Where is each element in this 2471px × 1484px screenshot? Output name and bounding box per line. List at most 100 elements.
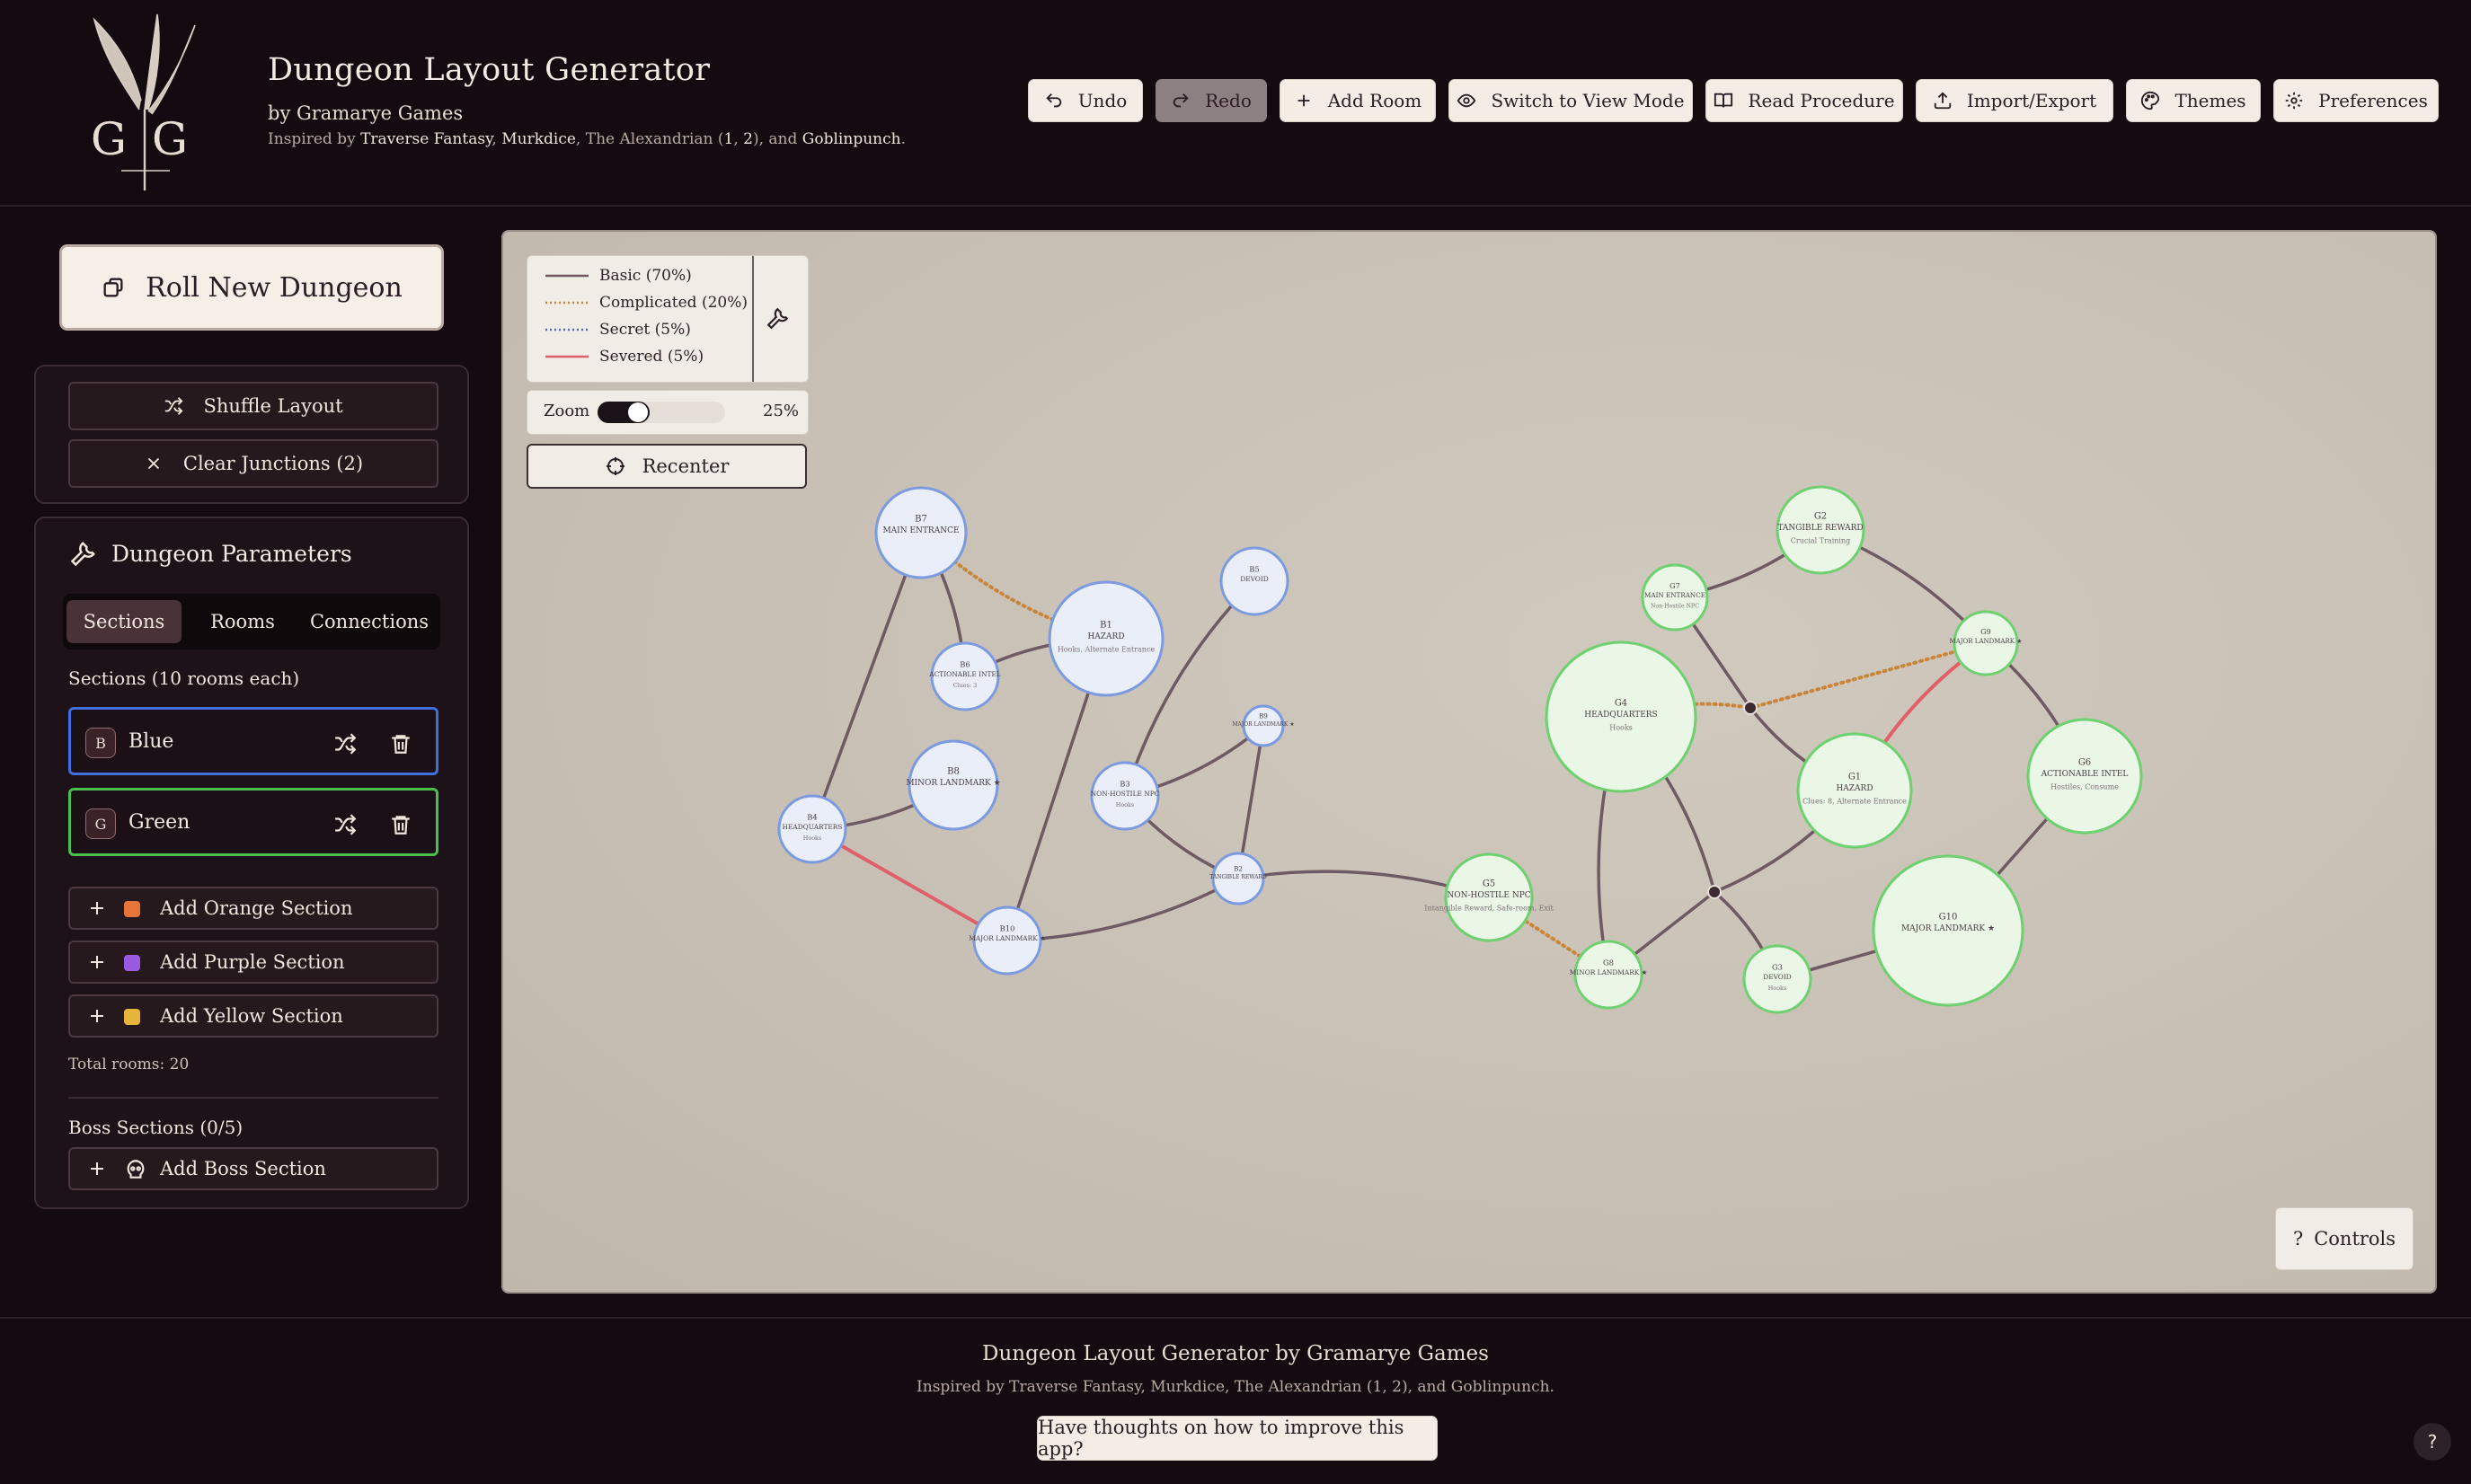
link-traverse-fantasy[interactable]: Traverse Fantasy (360, 130, 492, 148)
room-node-b8[interactable]: B8 MINOR LANDMARK ★ (906, 739, 1001, 831)
clear-junctions-button[interactable]: Clear Junctions (2) (68, 439, 438, 488)
room-node-g1[interactable]: G1 HAZARD Clues: 8, Alternate Entrance (1796, 732, 1913, 849)
room-node-g5[interactable]: G5 NON-HOSTILE NPC Intangible Reward, Safe… (1424, 852, 1554, 942)
legend-label: Basic (70%) (599, 267, 692, 285)
room-node-b4[interactable]: B4HEADQUARTERS Hooks (777, 794, 847, 864)
room-title: NON-HOSTILE NPC (1091, 790, 1160, 798)
section-card-green[interactable]: G Green (68, 788, 438, 856)
view-mode-button[interactable]: Switch to View Mode (1448, 79, 1693, 122)
trash-icon[interactable] (389, 732, 412, 755)
add-yellow-section-button[interactable]: Add Yellow Section (68, 994, 438, 1038)
parameter-tabs: Sections Rooms Connections (63, 594, 440, 649)
tab-sections[interactable]: Sections (66, 600, 182, 643)
plus-icon (91, 956, 103, 968)
feedback-button[interactable]: Have thoughts on how to improve this app… (1037, 1416, 1438, 1461)
add-purple-section-button[interactable]: Add Purple Section (68, 941, 438, 984)
themes-button[interactable]: Themes (2126, 79, 2261, 122)
recenter-label: Recenter (642, 455, 730, 477)
room-title: MAJOR LANDMARK ★ (969, 934, 1045, 942)
zoom-control: Zoom 25% (527, 390, 809, 435)
room-title: ACTIONABLE INTEL (2041, 770, 2129, 779)
room-title: MAIN ENTRANCE (1644, 591, 1705, 599)
preferences-button[interactable]: Preferences (2273, 79, 2439, 122)
room-node-g10[interactable]: G10 MAJOR LANDMARK ★ (1872, 854, 2024, 1007)
trash-icon[interactable] (389, 813, 412, 836)
room-node-b1[interactable]: B1 HAZARD Hooks, Alternate Entrance (1048, 580, 1165, 697)
dungeon-map-canvas[interactable]: B7 MAIN ENTRANCE B1 HAZARD Hooks, Alternate … (501, 230, 2437, 1294)
upload-icon (1934, 92, 1951, 110)
add-room-label: Add Room (1327, 90, 1422, 111)
legend-label: Complicated (20%) (599, 294, 748, 312)
room-id: G4 (1615, 698, 1627, 708)
room-subtitle: Hooks (803, 835, 821, 842)
redo-button[interactable]: Redo (1156, 79, 1267, 122)
link-alexandrian-label: The Alexandrian (585, 130, 713, 148)
roll-new-dungeon-button[interactable]: Roll New Dungeon (59, 244, 444, 331)
total-rooms-count: Total rooms: 20 (68, 1056, 190, 1073)
footer-title: Dungeon Layout Generator by Gramarye Gam… (982, 1342, 1489, 1365)
junction-node[interactable] (1707, 885, 1722, 899)
link-alexandrian-1[interactable]: 1 (724, 130, 734, 148)
add-purple-label: Add Purple Section (160, 951, 345, 973)
clear-junctions-label: Clear Junctions (2) (182, 453, 364, 474)
read-procedure-button[interactable]: Read Procedure (1705, 79, 1903, 122)
shuffle-layout-button[interactable]: Shuffle Layout (68, 382, 438, 430)
junction-node[interactable] (1743, 701, 1758, 715)
room-title: DEVOID (1763, 973, 1792, 981)
shuffle-icon[interactable] (333, 813, 357, 836)
recenter-button[interactable]: Recenter (527, 444, 807, 489)
room-id: B10 (1000, 924, 1015, 933)
zoom-slider-knob[interactable] (628, 402, 648, 422)
wrench-icon[interactable] (766, 306, 790, 330)
connection-complicated[interactable] (1749, 641, 1988, 710)
legend-divider (752, 256, 754, 382)
plus-icon (91, 1010, 103, 1022)
room-node-g6[interactable]: G6 ACTIONABLE INTEL Hostiles, Consume (2026, 718, 2143, 835)
controls-label: Controls (2314, 1228, 2396, 1250)
room-node-g2[interactable]: G2 TANGIBLE REWARD Crucial Training (1776, 485, 1865, 575)
room-node-b9[interactable]: B9MAJOR LANDMARK ★ (1232, 704, 1295, 747)
add-boss-section-button[interactable]: Add Boss Section (68, 1147, 438, 1190)
link-alexandrian-2[interactable]: 2 (743, 130, 753, 148)
room-node-b10[interactable]: B10MAJOR LANDMARK ★ (969, 905, 1046, 976)
zoom-slider[interactable] (598, 402, 725, 423)
section-name: Blue (128, 730, 174, 753)
tab-connections[interactable]: Connections (302, 600, 437, 643)
help-button[interactable]: ? (2413, 1423, 2451, 1461)
import-export-button[interactable]: Import/Export (1916, 79, 2113, 122)
shuffle-icon[interactable] (333, 732, 357, 755)
connection-basic[interactable] (810, 531, 923, 831)
room-node-g3[interactable]: G3DEVOID Hooks (1742, 944, 1812, 1014)
room-node-b7[interactable]: B7 MAIN ENTRANCE (874, 486, 968, 579)
tab-rooms[interactable]: Rooms (189, 600, 297, 643)
undo-button[interactable]: Undo (1028, 79, 1143, 122)
controls-button[interactable]: ? Controls (2275, 1207, 2413, 1270)
room-node-b3[interactable]: B3NON-HOSTILE NPC Hooks (1090, 761, 1160, 831)
room-node-b5[interactable]: B5DEVOID (1219, 546, 1289, 616)
room-node-b6[interactable]: B6ACTIONABLE INTEL Clues: 3 (928, 641, 1001, 711)
room-node-g8[interactable]: G8MINOR LANDMARK ★ (1570, 940, 1648, 1010)
room-title: MAIN ENTRANCE (882, 526, 959, 535)
add-room-button[interactable]: Add Room (1280, 79, 1436, 122)
room-title: MINOR LANDMARK ★ (906, 779, 1000, 788)
zoom-value: 25% (763, 402, 800, 420)
room-title: MAJOR LANDMARK ★ (1950, 638, 2023, 645)
svg-text:G: G (91, 113, 127, 165)
room-id: B3 (1120, 780, 1129, 789)
section-card-blue[interactable]: B Blue (68, 707, 438, 775)
link-goblinpunch[interactable]: Goblinpunch (802, 130, 901, 148)
add-orange-section-button[interactable]: Add Orange Section (68, 887, 438, 930)
room-title: HAZARD (1836, 784, 1873, 793)
room-id: B4 (807, 813, 817, 822)
room-title: MAJOR LANDMARK ★ (1232, 721, 1294, 728)
room-node-g4[interactable]: G4 HEADQUARTERS Hooks (1545, 640, 1697, 793)
layout-actions-panel: Shuffle Layout Clear Junctions (2) (34, 365, 469, 504)
room-node-g7[interactable]: G7MAIN ENTRANCE Non-Hostile NPC (1641, 563, 1709, 632)
room-node-b2[interactable]: B2TANGIBLE REWARD (1209, 852, 1267, 905)
room-id: G9 (1980, 628, 1990, 636)
legend-complicated: Complicated (20%) (545, 291, 748, 314)
room-id: B7 (915, 514, 927, 524)
connection-basic[interactable] (1005, 877, 1240, 942)
link-murkdice[interactable]: Murkdice (501, 130, 576, 148)
room-id: B6 (960, 660, 970, 669)
